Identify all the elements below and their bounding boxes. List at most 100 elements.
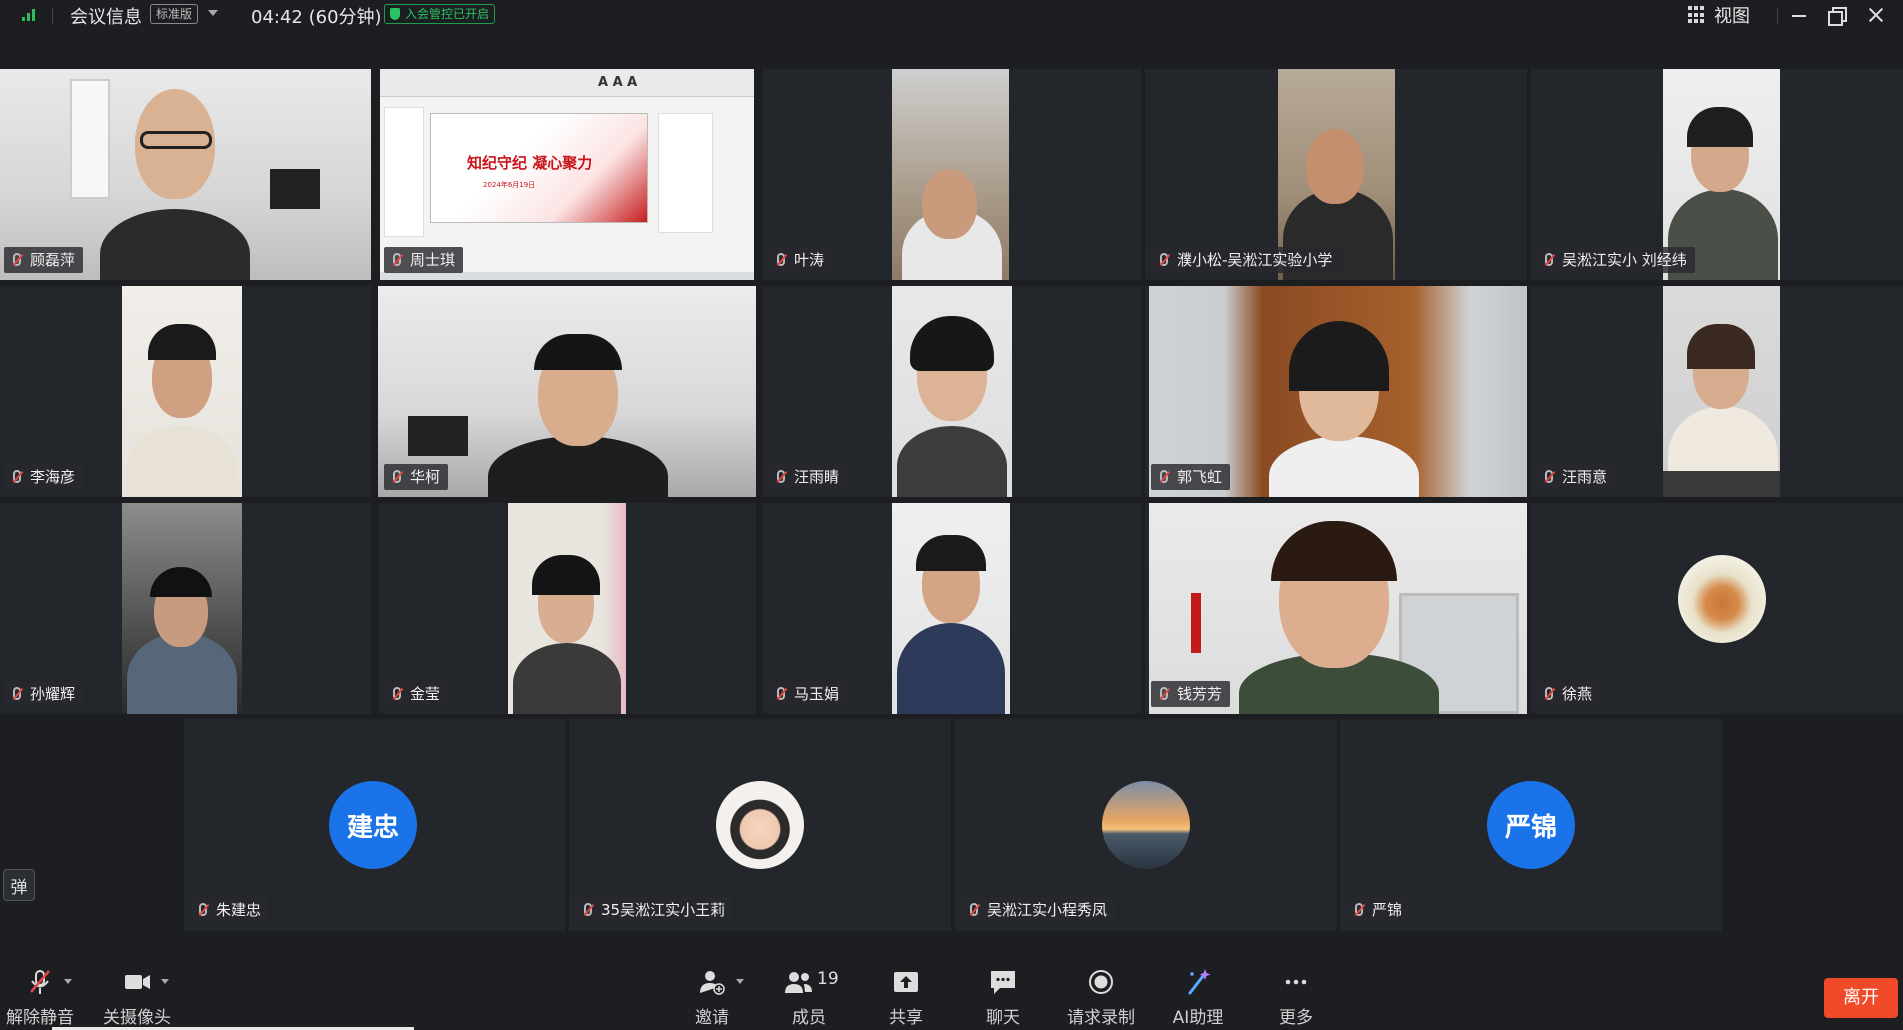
video-tile[interactable]: 汪雨睛: [762, 286, 1142, 497]
chevron-down-icon[interactable]: [64, 979, 72, 984]
share-screen-button[interactable]: 共享: [866, 935, 946, 1030]
participant-video: [892, 69, 1009, 280]
chevron-down-icon[interactable]: [161, 979, 169, 984]
video-tile[interactable]: 顾磊萍: [0, 69, 371, 280]
restore-icon[interactable]: [1823, 2, 1851, 28]
video-tile[interactable]: 叶涛: [762, 69, 1142, 280]
share-label: 共享: [889, 1008, 923, 1028]
participant-name: 周士琪: [410, 251, 456, 269]
mic-muted-icon: [777, 253, 785, 266]
bottom-toolbar: 解除静音 关摄像头 邀请 19 成员 共享 聊天 请求录制 AI助理 更多: [0, 935, 1903, 1030]
screen-share-tile[interactable]: A A A 知纪守纪 凝心聚力 2024年6月19日 周士琪: [380, 69, 754, 280]
participant-avatar: [1102, 781, 1190, 869]
signal-icon[interactable]: [22, 9, 38, 21]
request-record-button[interactable]: 请求录制: [1060, 935, 1142, 1030]
participant-video: [1663, 286, 1780, 497]
camera-off-label: 关摄像头: [103, 1008, 171, 1028]
participant-name-tag: 朱建忠: [190, 897, 270, 923]
participant-name: 濮小松-吴淞江实验小学: [1177, 251, 1333, 269]
member-count: 19: [817, 969, 839, 989]
members-label: 成员: [792, 1008, 826, 1028]
meeting-info-button[interactable]: 会议信息: [70, 3, 142, 29]
participant-name-tag: 马玉娟: [768, 681, 848, 707]
ai-sparkle-icon: [1188, 969, 1211, 995]
mic-muted-icon: [393, 687, 401, 700]
mic-muted-icon: [1160, 687, 1168, 700]
participant-name: 吴淞江实小程秀凤: [987, 901, 1108, 919]
video-tile[interactable]: 郭飞虹: [1145, 286, 1527, 497]
invite-button[interactable]: 邀请: [672, 935, 752, 1030]
participant-name-tag: 35吴淞江实小王莉: [575, 897, 734, 923]
mic-muted-icon: [1160, 470, 1168, 483]
participant-name: 马玉娟: [794, 685, 840, 703]
edition-badge: 标准版: [150, 4, 199, 24]
participant-name: 华柯: [410, 468, 441, 486]
top-bar: 会议信息 标准版 04:42 (60分钟) 入会管控已开启 视图: [0, 0, 1903, 32]
video-tile[interactable]: 金莹: [378, 503, 756, 714]
mic-muted-icon: [13, 470, 21, 483]
mic-muted-icon: [13, 687, 21, 700]
leave-meeting-button[interactable]: 离开: [1824, 978, 1898, 1018]
more-label: 更多: [1279, 1008, 1313, 1028]
shield-icon: [390, 8, 400, 20]
participant-name-tag: 华柯: [384, 464, 449, 490]
entry-control-badge[interactable]: 入会管控已开启: [384, 4, 496, 24]
participant-name: 顾磊萍: [30, 251, 76, 269]
slide-canvas: 知纪守纪 凝心聚力 2024年6月19日: [430, 113, 648, 223]
camera-icon: [125, 975, 150, 989]
unmute-button[interactable]: 解除静音: [0, 935, 80, 1030]
video-tile[interactable]: 徐燕: [1530, 503, 1903, 714]
video-tile[interactable]: 濮小松-吴淞江实验小学: [1145, 69, 1527, 280]
participant-name: 吴淞江实小 刘经纬: [1562, 251, 1687, 269]
participant-name-tag: 钱芳芳: [1151, 681, 1231, 707]
video-tile[interactable]: 严锦 严锦: [1340, 719, 1722, 931]
participant-name: 汪雨睛: [794, 468, 840, 486]
video-tile[interactable]: 马玉娟: [762, 503, 1142, 714]
chevron-down-icon[interactable]: [208, 10, 218, 16]
slide-subtitle: 2024年6月19日: [483, 181, 536, 189]
video-tile[interactable]: 孙耀辉: [0, 503, 371, 714]
mic-muted-icon: [393, 253, 401, 266]
chat-button[interactable]: 聊天: [963, 935, 1043, 1030]
video-tile[interactable]: 华柯: [378, 286, 756, 497]
share-icon: [894, 972, 918, 992]
slide-properties-panel: [658, 113, 713, 233]
close-icon[interactable]: [1862, 2, 1890, 28]
video-tile[interactable]: 吴淞江实小程秀凤: [955, 719, 1337, 931]
video-tile[interactable]: 钱芳芳: [1145, 503, 1527, 714]
mic-muted-icon: [199, 903, 207, 916]
view-button[interactable]: 视图: [1688, 2, 1750, 28]
chevron-down-icon[interactable]: [736, 979, 744, 984]
chat-icon: [991, 971, 1015, 994]
more-button[interactable]: 更多: [1256, 935, 1336, 1030]
video-tile[interactable]: 李海彦: [0, 286, 371, 497]
video-tile[interactable]: 建忠 朱建忠: [184, 719, 566, 931]
mic-muted-icon: [584, 903, 592, 916]
ai-assistant-button[interactable]: AI助理: [1158, 935, 1238, 1030]
participant-name-tag: 顾磊萍: [4, 247, 84, 273]
video-tile[interactable]: 35吴淞江实小王莉: [569, 719, 951, 931]
participant-video: [892, 503, 1010, 714]
danmaku-toggle-button[interactable]: 弹: [3, 869, 35, 901]
font-tools: A A A: [598, 75, 638, 90]
grid-view-icon: [1688, 6, 1706, 24]
minimize-icon[interactable]: [1785, 2, 1813, 28]
camera-off-button[interactable]: 关摄像头: [97, 935, 177, 1030]
video-tile[interactable]: 吴淞江实小 刘经纬: [1530, 69, 1903, 280]
mic-muted-icon: [1545, 470, 1553, 483]
view-label: 视图: [1714, 6, 1750, 27]
slide-title: 知纪守纪 凝心聚力: [467, 154, 593, 172]
participant-name: 35吴淞江实小王莉: [601, 901, 726, 919]
unmute-label: 解除静音: [6, 1008, 74, 1028]
shared-app-statusbar: [380, 272, 754, 280]
video-tile[interactable]: 汪雨意: [1530, 286, 1903, 497]
record-icon: [1089, 970, 1113, 994]
participant-name-tag: 周士琪: [384, 247, 464, 273]
participant-name-tag: 李海彦: [4, 464, 84, 490]
members-button[interactable]: 19 成员: [769, 935, 849, 1030]
participant-name-tag: 金莹: [384, 681, 449, 707]
divider: [52, 8, 53, 24]
participant-name-tag: 郭飞虹: [1151, 464, 1231, 490]
participant-name-tag: 徐燕: [1536, 681, 1601, 707]
participant-name: 郭飞虹: [1177, 468, 1223, 486]
